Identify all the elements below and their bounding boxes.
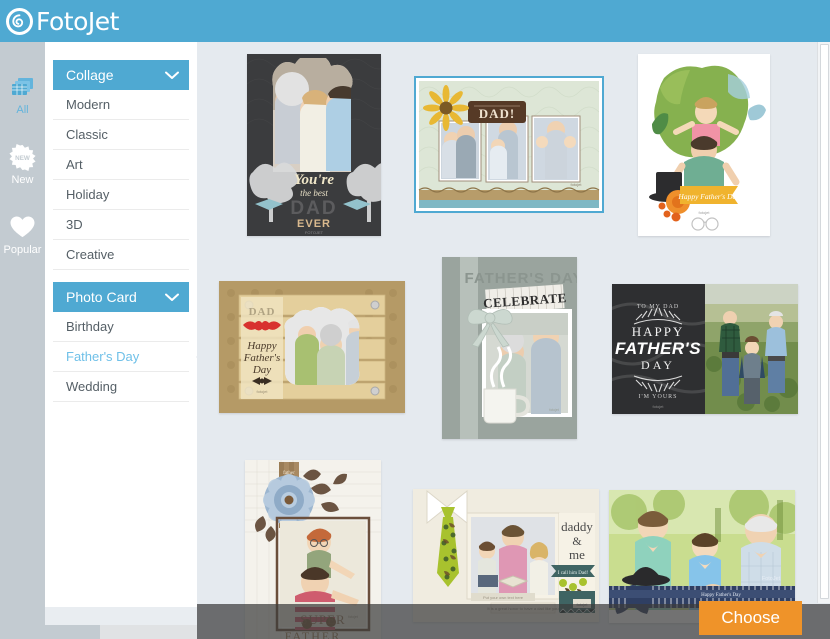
svg-text:FOTOJET: FOTOJET — [305, 230, 324, 235]
category-list-photo-card: Birthday Father's Day Wedding — [53, 312, 205, 402]
svg-text:fotojet: fotojet — [653, 404, 665, 409]
category-header-photo-card[interactable]: Photo Card — [53, 282, 189, 312]
svg-text:NEW: NEW — [15, 154, 30, 161]
vertical-scrollbar[interactable] — [817, 42, 830, 603]
svg-text:You're: You're — [294, 172, 334, 188]
chevron-down-icon — [165, 289, 179, 305]
template-card-youre-the-best-dad-ever-chalkboard[interactable]: You're the best DAD EVER FOTOJET — [247, 54, 381, 236]
app-header: FotoJet — [0, 0, 830, 42]
svg-text:me: me — [569, 547, 585, 562]
rail-item-popular[interactable]: Popular — [0, 212, 45, 274]
fotojet-app: FotoJet All NEW New Popular Collage Mode… — [0, 0, 830, 639]
sidebar-item-creative[interactable]: Creative — [53, 240, 189, 270]
svg-text:Happy Father's Day: Happy Father's Day — [677, 192, 740, 201]
rail-label-new: New — [11, 174, 34, 186]
template-card-happy-fathers-day-chalkboard-wreath[interactable]: TO MY DAD HAPPY FATHER'S DAY I'M YOURS f… — [612, 284, 798, 414]
svg-text:I call him Dad!: I call him Dad! — [558, 571, 589, 576]
sidebar-item-wedding[interactable]: Wedding — [53, 372, 189, 402]
sidebar-item-label: Classic — [66, 127, 108, 142]
svg-text:I'M YOURS: I'M YOURS — [638, 394, 677, 400]
sidebar-item-label: Wedding — [66, 379, 118, 394]
svg-text:EVER: EVER — [297, 218, 331, 230]
svg-text:the best: the best — [300, 188, 328, 198]
sidebar-item-label: Modern — [66, 97, 111, 112]
template-card-dad-wood-planks-mustache[interactable]: DAD Happy Father's Day fotojet — [219, 281, 405, 413]
heart-icon — [9, 212, 36, 242]
category-header-collage-label: Collage — [66, 67, 114, 83]
sidebar-item-label: Creative — [66, 247, 115, 262]
vertical-scrollbar-thumb[interactable] — [820, 44, 829, 599]
sidebar-item-label: 3D — [66, 217, 83, 232]
action-bar: Choose — [197, 601, 830, 639]
sidebar-item-classic[interactable]: Classic — [53, 120, 189, 150]
rail-label-popular: Popular — [3, 244, 42, 256]
sidebar-item-label: Father's Day — [66, 349, 140, 364]
svg-text:fotojet: fotojet — [699, 210, 711, 215]
spiral-logo-icon — [6, 7, 33, 35]
svg-text:&: & — [572, 534, 582, 548]
starburst-new-icon: NEW — [9, 142, 36, 172]
svg-text:Happy: Happy — [246, 340, 276, 352]
sidebar-item-fathers-day[interactable]: Father's Day — [53, 342, 205, 372]
sidebar-item-label: Art — [66, 157, 83, 172]
svg-text:fotojet: fotojet — [571, 182, 583, 187]
rail-item-new[interactable]: NEW New — [0, 142, 45, 204]
svg-text:DAD!: DAD! — [479, 106, 516, 121]
category-header-collage[interactable]: Collage — [53, 60, 189, 90]
svg-text:HAPPY: HAPPY — [632, 324, 685, 339]
template-gallery: You're the best DAD EVER FOTOJET DAD! fo… — [197, 42, 830, 639]
category-panel: Collage Modern Classic Art Holiday 3D Cr… — [45, 42, 205, 607]
horizontal-scrollbar-thumb[interactable] — [0, 625, 100, 639]
template-card-dad-sunflower-three-photo[interactable]: DAD! fotojet — [414, 76, 604, 213]
template-card-fathers-day-celebrate-ribbon-mug[interactable]: FATHER'S DAY CELEBRATE fotojet — [442, 257, 577, 439]
category-header-photo-card-label: Photo Card — [66, 289, 137, 305]
brand-logo[interactable]: FotoJet — [0, 7, 119, 36]
svg-text:DAD: DAD — [249, 306, 276, 318]
icon-rail: All NEW New Popular — [0, 42, 45, 639]
svg-text:DAY: DAY — [641, 358, 675, 372]
sidebar-item-birthday[interactable]: Birthday — [53, 312, 189, 342]
sidebar-item-holiday[interactable]: Holiday — [53, 180, 189, 210]
horizontal-scrollbar[interactable] — [0, 625, 197, 639]
svg-text:FotoJet: FotoJet — [762, 576, 781, 582]
template-grid: You're the best DAD EVER FOTOJET DAD! fo… — [197, 42, 830, 639]
sidebar-item-art[interactable]: Art — [53, 150, 189, 180]
svg-text:TO MY DAD: TO MY DAD — [637, 304, 679, 310]
svg-text:fotojet: fotojet — [549, 408, 559, 412]
stacked-layers-icon — [10, 72, 36, 102]
chevron-down-icon — [165, 67, 179, 83]
svg-text:Father's: Father's — [243, 352, 281, 364]
svg-text:Day: Day — [252, 364, 271, 376]
svg-text:DAD: DAD — [290, 198, 337, 219]
svg-text:Put your own text here: Put your own text here — [483, 595, 524, 600]
sidebar-item-modern[interactable]: Modern — [53, 90, 189, 120]
sidebar-item-label: Holiday — [66, 187, 110, 202]
brand-name: FotoJet — [36, 6, 119, 36]
svg-text:daddy: daddy — [561, 519, 593, 534]
choose-button[interactable]: Choose — [699, 601, 802, 635]
rail-item-all[interactable]: All — [0, 72, 45, 134]
category-list-collage: Modern Classic Art Holiday 3D Creative — [53, 90, 189, 270]
sidebar-item-label: Birthday — [66, 319, 114, 334]
svg-text:FATHER'S: FATHER'S — [615, 339, 701, 358]
svg-text:fotojet: fotojet — [257, 389, 269, 394]
template-card-happy-fathers-day-watercolor-tophat[interactable]: Happy Father's Day fotojet — [638, 54, 770, 236]
sidebar-item-3d[interactable]: 3D — [53, 210, 189, 240]
rail-label-all: All — [16, 104, 29, 116]
template-card-daddy-and-me-necktie[interactable]: daddy & me I call him Dad! Put your own … — [413, 489, 599, 622]
svg-text:Happy Father's Day: Happy Father's Day — [701, 593, 741, 598]
